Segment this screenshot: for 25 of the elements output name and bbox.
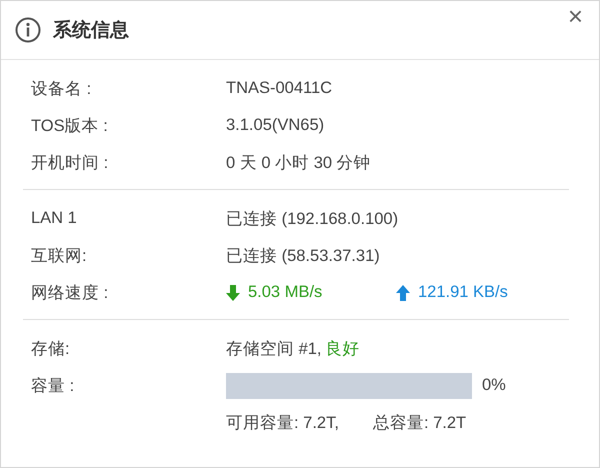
capacity-reading: 0% bbox=[482, 376, 506, 395]
down-arrow-icon bbox=[226, 284, 240, 300]
capacity-info: 可用容量: 7.2T, bbox=[226, 412, 339, 434]
window-title: 系统信息 bbox=[53, 18, 130, 43]
field-label: TOS版本 : bbox=[31, 116, 109, 136]
field-value: 存储空间 #1, bbox=[226, 338, 322, 360]
upload-speed: 121.91 KB/s bbox=[418, 283, 508, 302]
field-value: 已连接 (192.168.0.100) bbox=[226, 208, 398, 230]
download-speed: 5.03 MB/s bbox=[248, 283, 322, 302]
close-button[interactable]: × bbox=[568, 3, 583, 29]
field-value: 已连接 (58.53.37.31) bbox=[226, 246, 380, 266]
field-label: LAN 1 bbox=[31, 209, 78, 228]
field-value: 3.1.05(VN65) bbox=[226, 116, 324, 135]
up-arrow-icon bbox=[396, 284, 410, 300]
info-icon bbox=[15, 17, 41, 43]
capacity-info: 总容量: 7.2T bbox=[372, 412, 466, 434]
field-label: 网络速度 : bbox=[31, 282, 110, 304]
field-value: 0 天 0 小时 30 分钟 bbox=[226, 152, 371, 174]
status-text: 良好 bbox=[326, 338, 360, 360]
field-label: 互联网: bbox=[31, 246, 88, 266]
field-label: 开机时间 : bbox=[31, 152, 110, 174]
field-value: TNAS-00411C bbox=[226, 79, 332, 98]
field-label: 容量 : bbox=[31, 376, 76, 396]
field-label: 设备名 : bbox=[31, 78, 92, 100]
field-label: 存储: bbox=[31, 338, 71, 360]
